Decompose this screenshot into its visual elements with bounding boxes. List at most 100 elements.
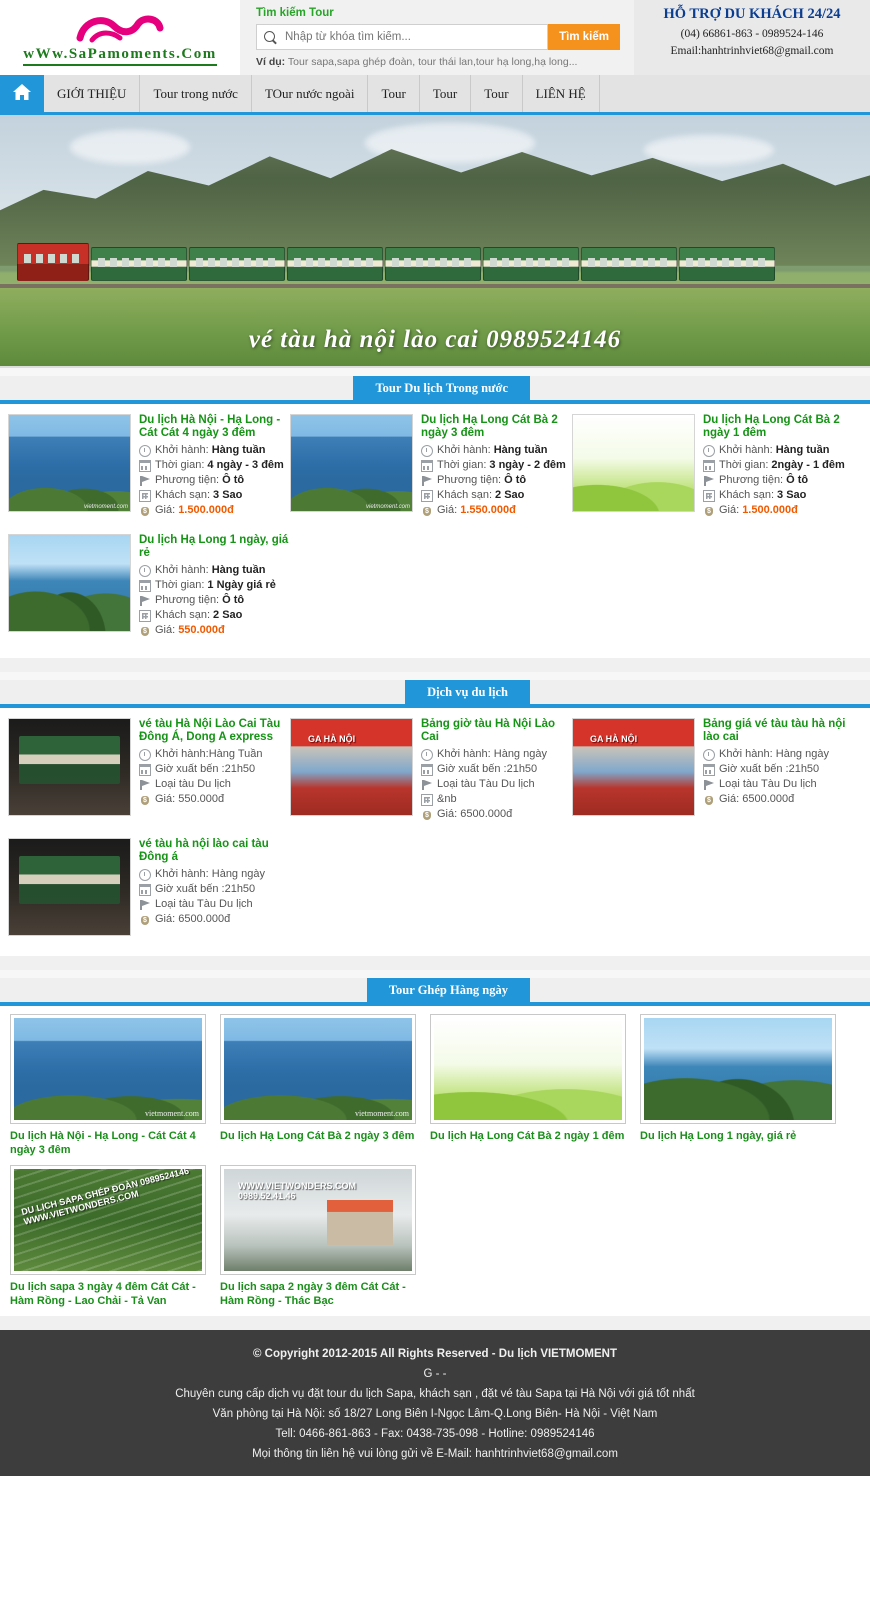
train-car (679, 246, 776, 281)
detail-label: Phương tiện: (719, 474, 784, 486)
calendar-icon (139, 883, 151, 896)
search-button[interactable]: Tìm kiếm (548, 24, 620, 50)
nav-item-tour-trong-nuoc[interactable]: Tour trong nước (140, 75, 252, 112)
detail-label: Khách sạn: (437, 489, 493, 501)
gallery-thumbnail[interactable]: vietmoment.com (220, 1014, 416, 1124)
tour-thumbnail[interactable]: vietmoment.com (8, 414, 131, 512)
detail-value: 2 Sao (495, 489, 525, 501)
tour-title[interactable]: Du lịch Hà Nội - Hạ Long - Cát Cát 4 ngà… (139, 414, 290, 440)
gallery-photo: vietmoment.com (224, 1018, 412, 1120)
detail-value: Ô tô (222, 474, 245, 486)
flag-icon (421, 779, 433, 791)
flag-icon (139, 595, 151, 607)
gallery-body: vietmoment.com Du lịch Hà Nội - Hạ Long … (0, 1006, 870, 1316)
price-value: 550.000đ (178, 624, 225, 636)
gallery-caption[interactable]: Du lịch Hà Nội - Hạ Long - Cát Cát 4 ngà… (10, 1129, 215, 1157)
nav-item-tour-3[interactable]: Tour (471, 75, 523, 112)
detail-label: Giá: (155, 624, 176, 636)
service-title[interactable]: vé tàu Hà Nội Lào Cai Tàu Đông Á, Dong A… (139, 718, 290, 744)
service-thumbnail[interactable] (290, 718, 413, 816)
calendar-icon (703, 763, 715, 776)
gallery-thumbnail[interactable]: DU LỊCH SAPA GHÉP ĐOÀN 0989524146 WWW.VI… (10, 1165, 206, 1275)
gallery-thumbnail[interactable] (640, 1014, 836, 1124)
service-card[interactable]: Bảng giờ tàu Hà Nội Lào Cai Khởi hành: H… (290, 718, 572, 822)
tour-card[interactable]: vietmoment.com Du lịch Hà Nội - Hạ Long … (8, 414, 290, 518)
service-detail-traintype: Loại tàu Tàu Du lịch (139, 897, 290, 912)
card-row: Du lịch Hạ Long 1 ngày, giá rẻ Khởi hành… (8, 534, 862, 654)
tour-card[interactable]: Du lịch Hạ Long 1 ngày, giá rẻ Khởi hành… (8, 534, 290, 638)
gallery-thumbnail[interactable]: vietmoment.com (10, 1014, 206, 1124)
search-input-wrapper[interactable] (256, 24, 549, 50)
tour-title[interactable]: Du lịch Hạ Long Cát Bà 2 ngày 3 đêm (421, 414, 572, 440)
tour-card[interactable]: vietmoment.com Du lịch Hạ Long Cát Bà 2 … (290, 414, 572, 518)
detail-value: Hàng tuần (775, 444, 830, 456)
tour-title[interactable]: Du lịch Hạ Long Cát Bà 2 ngày 1 đêm (703, 414, 854, 440)
nav-item-tour-1[interactable]: Tour (368, 75, 420, 112)
footer-description: Chuyên cung cấp dịch vụ đặt tour du lịch… (175, 1388, 695, 1400)
service-title[interactable]: Bảng giờ tàu Hà Nội Lào Cai (421, 718, 572, 744)
tour-thumbnail[interactable]: vietmoment.com (290, 414, 413, 512)
detail-value: 3 Sao (777, 489, 807, 501)
gallery-caption[interactable]: Du lịch sapa 2 ngày 3 đêm Cát Cát - Hàm … (220, 1280, 425, 1308)
tour-detail-duration: Thời gian: 1 Ngày giá rẻ (139, 578, 290, 593)
nav-item-lien-he[interactable]: LIÊN HỆ (523, 75, 600, 112)
support-phone: (04) 66861-863 - 0989524-146 (680, 28, 824, 40)
gallery-item[interactable]: WWW.VIETWONDERS.COM 0989.52.41.46 Du lịc… (220, 1165, 425, 1308)
service-thumbnail[interactable] (8, 718, 131, 816)
gallery-thumbnail[interactable]: WWW.VIETWONDERS.COM 0989.52.41.46 (220, 1165, 416, 1275)
service-detail-price: Giá: 6500.000đ (421, 807, 572, 822)
tour-detail-duration: Thời gian: 4 ngày - 3 đêm (139, 458, 290, 473)
tour-detail-duration: Thời gian: 2ngày - 1 đêm (703, 458, 854, 473)
gallery-item[interactable]: vietmoment.com Du lịch Hà Nội - Hạ Long … (10, 1014, 215, 1157)
gallery-item[interactable]: Du lịch Hạ Long 1 ngày, giá rẻ (640, 1014, 845, 1157)
service-title[interactable]: Bảng giá vé tàu tàu hà nội lào cai (703, 718, 854, 744)
service-card[interactable]: vé tàu hà nội lào cai tàu Đông á Khởi hà… (8, 838, 290, 936)
detail-value: 2 Sao (213, 609, 243, 621)
section-dich-vu-du-lich: Dịch vụ du lịch vé tàu Hà Nội Lào Cai Tà… (0, 672, 870, 956)
tour-thumbnail[interactable] (8, 534, 131, 632)
search-input[interactable] (283, 26, 548, 48)
nav-item-tour-2[interactable]: Tour (420, 75, 472, 112)
train-car (91, 246, 188, 281)
clock-icon (421, 748, 433, 761)
nav-item-gioi-thieu[interactable]: GIỚI THIỆU (44, 75, 141, 112)
section-header: Dịch vụ du lịch (0, 680, 870, 708)
hotel-icon (139, 489, 151, 502)
service-thumbnail[interactable] (8, 838, 131, 936)
gallery-item[interactable]: vietmoment.com Du lịch Hạ Long Cát Bà 2 … (220, 1014, 425, 1157)
tour-card[interactable]: Du lịch Hạ Long Cát Bà 2 ngày 1 đêm Khởi… (572, 414, 854, 518)
detail-label: Giá: 6500.000đ (155, 913, 231, 925)
gallery-caption[interactable]: Du lịch Hạ Long 1 ngày, giá rẻ (640, 1129, 845, 1143)
money-icon (421, 505, 433, 517)
tour-thumbnail[interactable] (572, 414, 695, 512)
gallery-thumbnail[interactable] (430, 1014, 626, 1124)
service-info: Bảng giờ tàu Hà Nội Lào Cai Khởi hành: H… (413, 718, 572, 822)
site-logo[interactable]: wWw.SaPamoments.Com (0, 0, 240, 75)
service-card[interactable]: Bảng giá vé tàu tàu hà nội lào cai Khởi … (572, 718, 854, 822)
service-title[interactable]: vé tàu hà nội lào cai tàu Đông á (139, 838, 290, 864)
hero-banner[interactable]: vé tàu hà nội lào cai 0989524146 (0, 115, 870, 368)
gallery-caption[interactable]: Du lịch Hạ Long Cát Bà 2 ngày 3 đêm (220, 1129, 425, 1143)
gallery-item[interactable]: Du lịch Hạ Long Cát Bà 2 ngày 1 đêm (430, 1014, 635, 1157)
train-car (189, 246, 286, 281)
gallery-caption[interactable]: Du lịch sapa 3 ngày 4 đêm Cát Cát - Hàm … (10, 1280, 215, 1308)
train-car (385, 246, 482, 281)
support-email: Email:hanhtrinhviet68@gmail.com (670, 45, 834, 57)
section-header: Tour Ghép Hàng ngày (0, 978, 870, 1006)
service-card[interactable]: vé tàu Hà Nội Lào Cai Tàu Đông Á, Dong A… (8, 718, 290, 822)
tour-detail-transport: Phương tiện: Ô tô (139, 473, 290, 488)
money-icon (139, 914, 151, 926)
gallery-item[interactable]: DU LỊCH SAPA GHÉP ĐOÀN 0989524146 WWW.VI… (10, 1165, 215, 1308)
nav-home-button[interactable] (0, 75, 44, 112)
detail-value: Ô tô (222, 594, 245, 606)
gallery-caption[interactable]: Du lịch Hạ Long Cát Bà 2 ngày 1 đêm (430, 1129, 635, 1143)
tour-detail-duration: Thời gian: 3 ngày - 2 đêm (421, 458, 572, 473)
service-thumbnail[interactable] (572, 718, 695, 816)
clock-icon (421, 444, 433, 457)
hotel-icon (703, 489, 715, 502)
nav-item-tour-nuoc-ngoai[interactable]: TOur nước ngoài (252, 75, 369, 112)
image-watermark: vietmoment.com (145, 1109, 199, 1118)
tour-title[interactable]: Du lịch Hạ Long 1 ngày, giá rẻ (139, 534, 290, 560)
detail-label: Loại tàu Tàu Du lịch (437, 778, 535, 790)
